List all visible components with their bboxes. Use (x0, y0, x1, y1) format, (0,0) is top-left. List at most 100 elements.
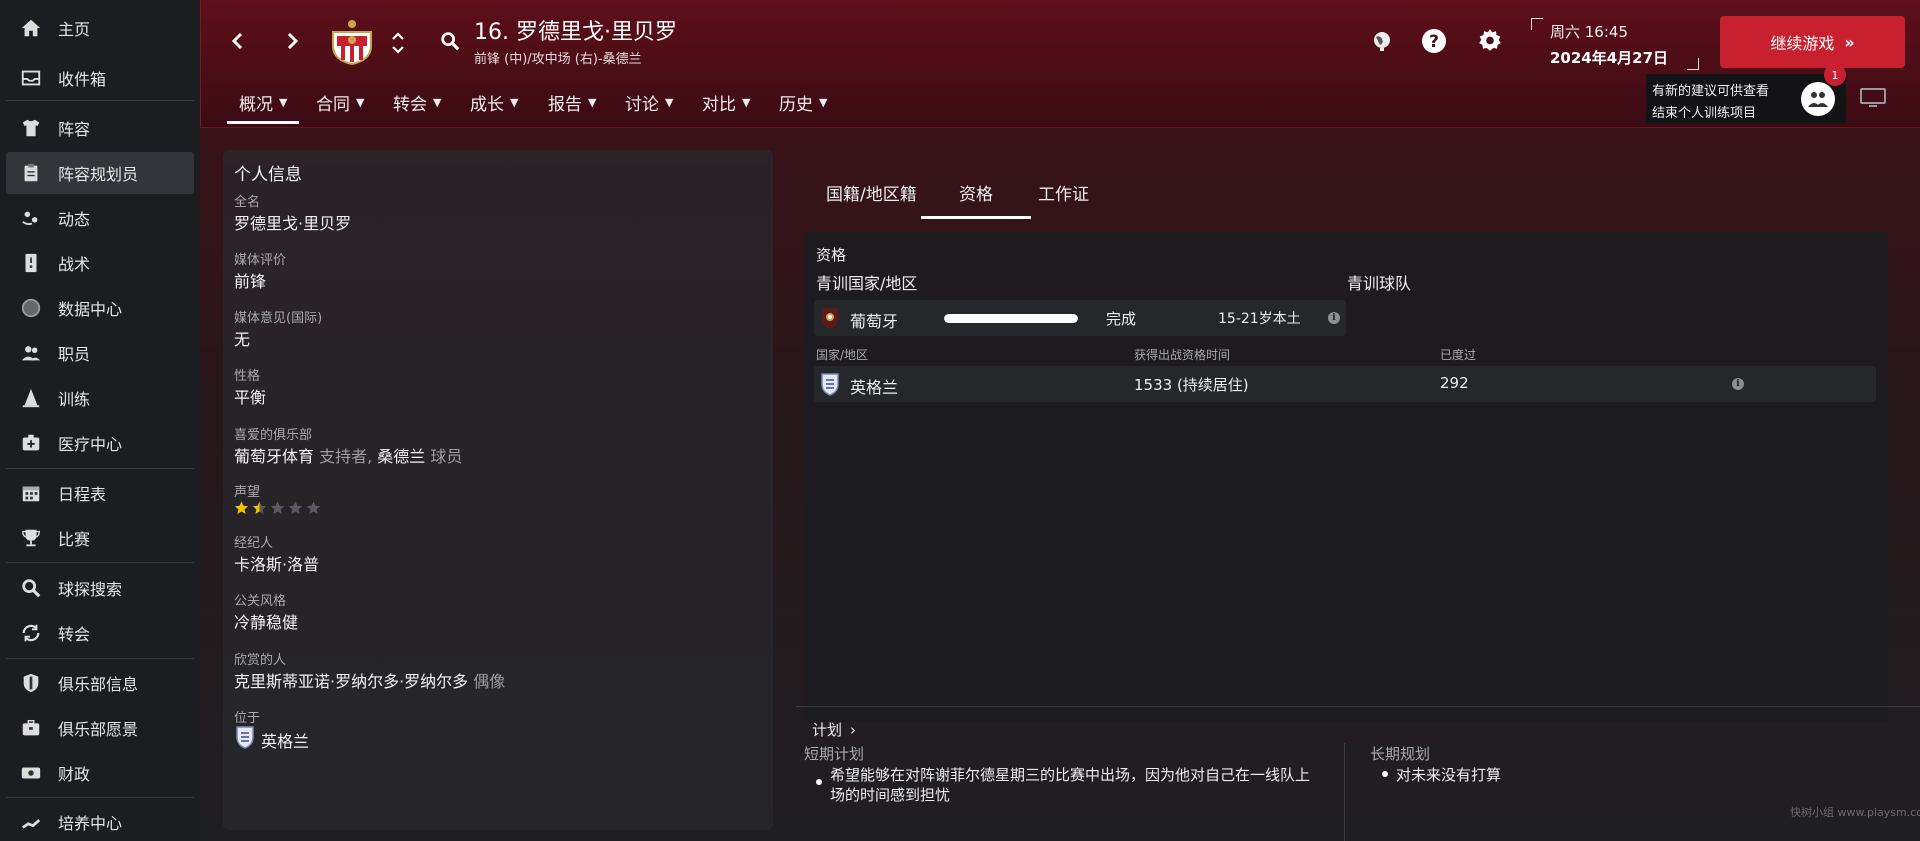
club-shield-icon (18, 670, 44, 696)
corner-bracket (1531, 18, 1543, 30)
sidebar-item-label: 阵容 (58, 120, 91, 139)
sidebar-item-medical[interactable]: 医疗中心 (6, 422, 194, 464)
sidebar-item-competitions[interactable]: 比赛 (6, 517, 194, 559)
tab-work-permit[interactable]: 工作证 (1038, 180, 1089, 205)
youth-nation-name: 葡萄牙 (850, 312, 899, 331)
sidebar-item-club-vision[interactable]: 俱乐部愿景 (6, 707, 194, 749)
divider (6, 562, 194, 563)
settings-button[interactable] (1475, 26, 1505, 56)
sidebar-item-inbox[interactable]: 收件箱 (6, 57, 194, 99)
chevron-down-icon: ▼ (742, 95, 751, 109)
england-flag-icon (235, 725, 255, 753)
game-time: 周六 16:45 (1550, 23, 1628, 41)
info-icon[interactable]: i (1328, 312, 1340, 324)
help-button[interactable]: ? (1419, 26, 1449, 56)
divider (6, 100, 194, 101)
personality-label: 性格 (234, 369, 261, 384)
back-button[interactable] (223, 26, 253, 56)
youth-club-header: 青训球队 (1347, 274, 1412, 293)
home-icon (18, 15, 44, 41)
section-title: 个人信息 (234, 165, 302, 185)
tab-overview[interactable]: 概况 ▼ (226, 88, 301, 124)
tab-contract[interactable]: 合同 ▼ (316, 88, 364, 116)
star-icon (270, 501, 285, 514)
clipboard-icon (18, 160, 44, 186)
continue-button[interactable]: 继续游戏 » (1720, 16, 1905, 68)
sidebar-item-label: 财政 (58, 765, 91, 784)
globe-button[interactable] (1367, 26, 1397, 56)
sidebar-item-squad[interactable]: 阵容 (6, 107, 194, 149)
admired-person-link[interactable]: 克里斯蒂亚诺·罗纳尔多·罗纳尔多 (234, 672, 468, 691)
favorite-club-link[interactable]: 葡萄牙体育 (234, 447, 314, 466)
tab-history[interactable]: 历史 ▼ (779, 88, 827, 116)
sidebar-item-development[interactable]: 培养中心 (6, 801, 194, 841)
sidebar-item-staff[interactable]: 职员 (6, 332, 194, 374)
chevron-right-icon: › (850, 720, 857, 739)
agent-label: 经纪人 (234, 536, 274, 551)
search-button[interactable] (435, 26, 465, 56)
plans-link[interactable]: 计划 › (812, 719, 856, 740)
sidebar-item-label: 战术 (58, 255, 91, 274)
sidebar-item-label: 动态 (58, 210, 91, 229)
pr-style-value: 冷静稳健 (234, 613, 299, 632)
reputation-stars (233, 500, 322, 516)
notification-panel[interactable]: 有新的建议可供查看 结束个人训练项目 1 (1646, 64, 1846, 124)
sidebar-item-scouting[interactable]: 球探搜索 (6, 567, 194, 609)
youth-status: 完成 (1106, 310, 1137, 328)
notice-line-2: 结束个人训练项目 (1652, 106, 1757, 121)
globe-icon (1374, 32, 1390, 51)
main-content: 个人信息 全名 罗德里戈·里贝罗 媒体评价 前锋 媒体意见(国际) 无 性格 平… (200, 128, 1920, 841)
sidebar-item-schedule[interactable]: 日程表 (6, 472, 194, 514)
star-icon (234, 501, 249, 514)
sidebar-item-training[interactable]: 训练 (6, 377, 194, 419)
portugal-flag-icon (820, 306, 840, 334)
game-date: 2024年4月27日 (1550, 49, 1669, 67)
forward-button[interactable] (277, 26, 307, 56)
sidebar-item-squad-planner[interactable]: 阵容规划员 (6, 152, 194, 194)
player-subtitle: 前锋 (中)/攻中场 (右)-桑德兰 (474, 52, 642, 67)
tab-reports[interactable]: 报告 ▼ (548, 88, 596, 116)
sidebar-item-home[interactable]: 主页 (6, 7, 194, 49)
star-icon (288, 501, 303, 514)
chevron-right-icon (287, 32, 299, 50)
tab-nationality[interactable]: 国籍/地区籍 (826, 180, 917, 205)
divider (1344, 743, 1345, 841)
sidebar-item-club-info[interactable]: 俱乐部信息 (6, 662, 194, 704)
trophy-icon (18, 525, 44, 551)
player-switch-button[interactable] (387, 28, 409, 58)
training-cone-icon (18, 385, 44, 411)
shirt-icon (18, 115, 44, 141)
sidebar-item-transfers[interactable]: 转会 (6, 612, 194, 654)
sidebar-item-finances[interactable]: 财政 (6, 752, 194, 794)
located-value[interactable]: 英格兰 (261, 728, 309, 752)
youth-nation-row[interactable]: 葡萄牙 完成 15-21岁本土 i (814, 300, 1346, 336)
info-icon[interactable]: i (1732, 378, 1744, 390)
double-chevron-right-icon: » (1844, 32, 1855, 52)
tab-development[interactable]: 成长 ▼ (470, 88, 518, 116)
sidebar-item-label: 数据中心 (58, 300, 123, 319)
favorite-club-link[interactable]: 桑德兰 (377, 447, 425, 466)
notice-line-1: 有新的建议可供查看 (1652, 84, 1770, 99)
eligibility-nation: 英格兰 (850, 378, 899, 397)
monitor-icon (1860, 88, 1886, 107)
agent-value[interactable]: 卡洛斯·洛普 (234, 551, 319, 575)
media-rating-label: 媒体评价 (234, 253, 287, 268)
sidebar-item-dynamics[interactable]: 动态 (6, 197, 194, 239)
divider (6, 797, 194, 798)
club-crest-icon[interactable] (325, 18, 379, 66)
eligibility-row[interactable]: 英格兰 1533 (持续居住) 292 i (814, 366, 1876, 402)
tactics-board-icon (18, 250, 44, 276)
tab-eligibility[interactable]: 资格 (921, 180, 1031, 219)
display-mode-button[interactable] (1857, 84, 1889, 112)
tab-discuss[interactable]: 讨论 ▼ (625, 88, 673, 116)
sidebar-item-tactics[interactable]: 战术 (6, 242, 194, 284)
sidebar-item-label: 医疗中心 (58, 435, 123, 454)
tab-compare[interactable]: 对比 ▼ (702, 88, 750, 116)
sidebar-item-data-hub[interactable]: 数据中心 (6, 287, 194, 329)
youth-progress-fill (944, 314, 1078, 323)
sidebar-item-label: 职员 (58, 345, 91, 364)
tab-transfer[interactable]: 转会 ▼ (393, 88, 441, 116)
sidebar-item-label: 俱乐部信息 (58, 675, 139, 694)
star-icon (252, 501, 267, 514)
eligibility-title: 资格 (816, 246, 847, 264)
